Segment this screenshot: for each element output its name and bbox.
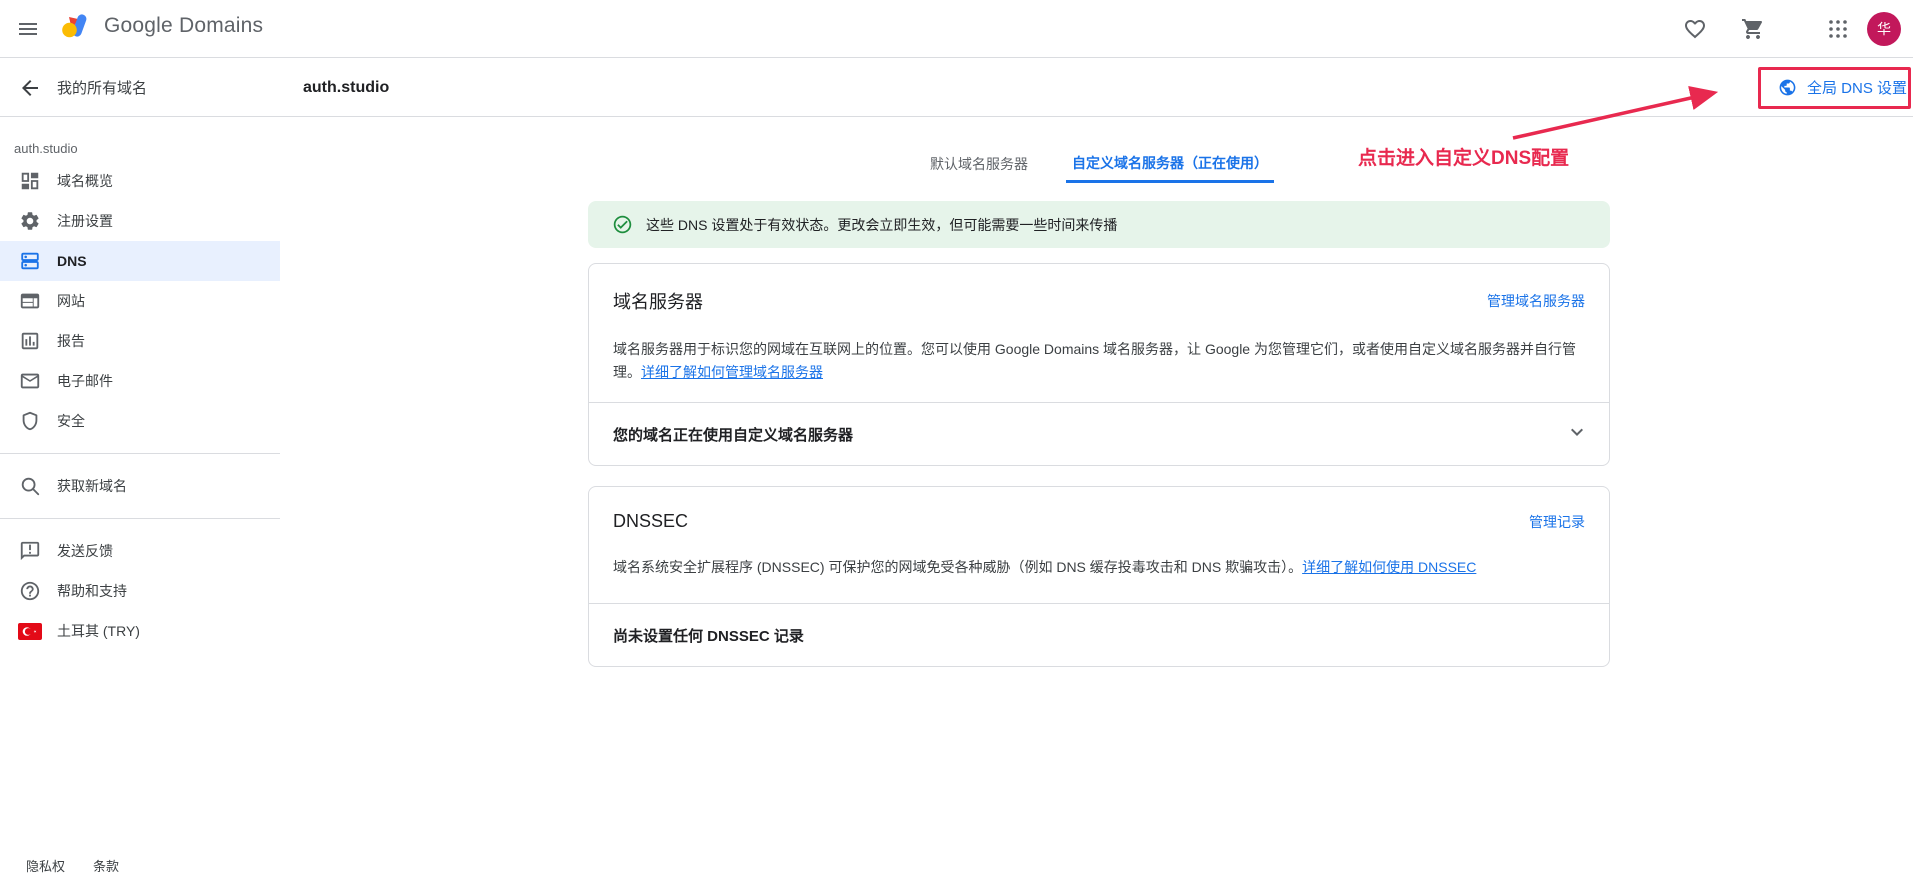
sidebar-item-label: 注册设置 — [57, 211, 113, 231]
terms-link[interactable]: 条款 — [93, 856, 119, 875]
sidebar-divider — [0, 453, 280, 454]
globe-icon — [1778, 78, 1797, 97]
sidebar-item-overview[interactable]: 域名概览 — [0, 161, 280, 201]
nameserver-tabs: 默认域名服务器 自定义域名服务器（正在使用） — [924, 145, 1274, 183]
dnssec-status-row: 尚未设置任何 DNSSEC 记录 — [589, 603, 1609, 666]
sidebar-item-label: 域名概览 — [57, 171, 113, 191]
dns-status-banner: 这些 DNS 设置处于有效状态。更改会立即生效，但可能需要一些时间来传播 — [588, 201, 1610, 248]
manage-records-link[interactable]: 管理记录 — [1529, 512, 1585, 532]
all-domains-label[interactable]: 我的所有域名 — [57, 58, 147, 117]
nameservers-card-header: 域名服务器 管理域名服务器 — [589, 264, 1609, 314]
global-dns-settings-label: 全局 DNS 设置 — [1807, 77, 1907, 98]
sub-header: 我的所有域名 auth.studio 全局 DNS 设置 — [0, 58, 1913, 117]
website-icon — [18, 289, 42, 313]
manage-nameservers-link[interactable]: 管理域名服务器 — [1487, 291, 1585, 311]
google-domains-logo[interactable]: Google Domains — [62, 14, 263, 38]
gear-icon — [18, 209, 42, 233]
sidebar-divider — [0, 518, 280, 519]
favorites-button[interactable] — [1683, 17, 1707, 41]
sidebar-domain-label: auth.studio — [0, 117, 280, 161]
sidebar-item-label: 获取新域名 — [57, 476, 127, 496]
chevron-down-icon — [1565, 420, 1589, 449]
sidebar-item-send-feedback[interactable]: 发送反馈 — [0, 531, 280, 571]
footer: 隐私权 条款 — [26, 856, 119, 875]
tab-custom-nameservers[interactable]: 自定义域名服务器（正在使用） — [1066, 145, 1274, 183]
back-arrow-icon — [18, 76, 42, 100]
dnssec-status-text: 尚未设置任何 DNSSEC 记录 — [613, 625, 804, 646]
help-icon — [18, 579, 42, 603]
nameservers-card: 域名服务器 管理域名服务器 域名服务器用于标识您的网域在互联网上的位置。您可以使… — [588, 263, 1610, 466]
sidebar-item-currency-turkey[interactable]: 土耳其 (TRY) — [0, 611, 280, 651]
heart-icon — [1683, 17, 1707, 41]
dnssec-card: DNSSEC 管理记录 域名系统安全扩展程序 (DNSSEC) 可保护您的网域免… — [588, 486, 1610, 667]
sidebar-item-label: 土耳其 (TRY) — [57, 621, 140, 641]
apps-grid-icon — [1826, 17, 1850, 41]
shield-icon — [18, 409, 42, 433]
nameservers-card-title: 域名服务器 — [613, 288, 703, 314]
turkey-flag-icon — [18, 619, 42, 643]
cart-button[interactable] — [1741, 17, 1765, 41]
feedback-icon — [18, 539, 42, 563]
dnssec-card-header: DNSSEC 管理记录 — [589, 487, 1609, 532]
avatar[interactable]: 华 — [1867, 12, 1901, 46]
sidebar-item-registration-settings[interactable]: 注册设置 — [0, 201, 280, 241]
back-button[interactable] — [18, 76, 42, 100]
sidebar-item-reports[interactable]: 报告 — [0, 321, 280, 361]
sidebar-item-dns[interactable]: DNS — [0, 241, 280, 281]
sidebar-item-help-support[interactable]: 帮助和支持 — [0, 571, 280, 611]
mail-icon — [18, 369, 42, 393]
privacy-link[interactable]: 隐私权 — [26, 856, 65, 875]
logo-text: Google Domains — [104, 14, 263, 38]
top-bar: Google Domains 华 — [0, 0, 1913, 58]
check-circle-icon — [612, 214, 633, 235]
banner-text: 这些 DNS 设置处于有效状态。更改会立即生效，但可能需要一些时间来传播 — [646, 215, 1117, 235]
sidebar-item-label: 发送反馈 — [57, 541, 113, 561]
dnssec-body-text: 域名系统安全扩展程序 (DNSSEC) 可保护您的网域免受各种威胁（例如 DNS… — [613, 559, 1302, 575]
sidebar-item-label: 安全 — [57, 411, 85, 431]
learn-manage-nameservers-link[interactable]: 详细了解如何管理域名服务器 — [641, 364, 823, 380]
menu-icon — [16, 17, 40, 41]
sidebar-item-website[interactable]: 网站 — [0, 281, 280, 321]
page-title: auth.studio — [303, 58, 389, 117]
sidebar-item-label: DNS — [57, 253, 87, 269]
google-domains-app: Google Domains 华 我的所有域名 auth.studio 全局 D… — [0, 0, 1913, 883]
custom-nameservers-status-row[interactable]: 您的域名正在使用自定义域名服务器 — [589, 402, 1609, 465]
cart-icon — [1741, 17, 1765, 41]
sidebar-item-get-new-domain[interactable]: 获取新域名 — [0, 466, 280, 506]
menu-button[interactable] — [16, 17, 40, 41]
search-icon — [18, 474, 42, 498]
sidebar-item-label: 帮助和支持 — [57, 581, 127, 601]
sidebar-item-label: 电子邮件 — [57, 371, 113, 391]
overview-icon — [18, 169, 42, 193]
global-dns-settings-button[interactable]: 全局 DNS 设置 — [1778, 58, 1907, 117]
report-icon — [18, 329, 42, 353]
dnssec-card-body: 域名系统安全扩展程序 (DNSSEC) 可保护您的网域免受各种威胁（例如 DNS… — [589, 532, 1609, 579]
custom-nameservers-status-text: 您的域名正在使用自定义域名服务器 — [613, 424, 853, 445]
avatar-initial: 华 — [1877, 19, 1891, 39]
sidebar: auth.studio 域名概览 注册设置 DNS 网站 报告 电子邮件 安全 — [0, 117, 280, 651]
sidebar-item-label: 报告 — [57, 331, 85, 351]
dnssec-card-title: DNSSEC — [613, 511, 688, 532]
learn-dnssec-link[interactable]: 详细了解如何使用 DNSSEC — [1302, 559, 1476, 575]
sidebar-item-label: 网站 — [57, 291, 85, 311]
dns-icon — [18, 249, 42, 273]
google-domains-logo-mark — [62, 14, 90, 38]
sidebar-item-security[interactable]: 安全 — [0, 401, 280, 441]
sidebar-item-email[interactable]: 电子邮件 — [0, 361, 280, 401]
apps-grid-button[interactable] — [1826, 17, 1850, 41]
nameservers-card-body: 域名服务器用于标识您的网域在互联网上的位置。您可以使用 Google Domai… — [589, 314, 1609, 384]
tab-default-nameservers[interactable]: 默认域名服务器 — [924, 145, 1034, 183]
annotation-text: 点击进入自定义DNS配置 — [1358, 143, 1569, 170]
